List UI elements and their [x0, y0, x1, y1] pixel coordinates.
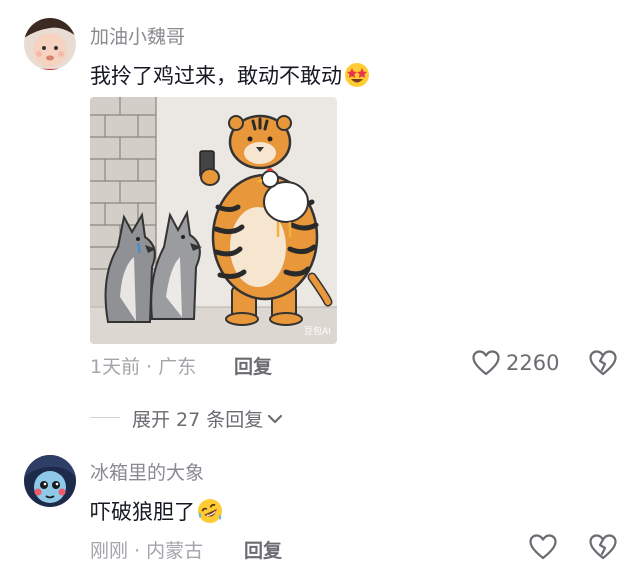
comment-time: 刚刚 — [90, 540, 129, 562]
star-struck-emoji-icon — [344, 62, 370, 88]
comment-text: 吓破狼胆了 — [90, 496, 223, 526]
reply-button[interactable]: 回复 — [244, 536, 282, 563]
comment-username[interactable]: 冰箱里的大象 — [90, 458, 204, 485]
heart-outline-icon — [529, 534, 557, 560]
meta-separator: · — [134, 540, 141, 562]
broken-heart-icon — [589, 534, 617, 560]
comment-image[interactable]: 豆包AI — [90, 97, 337, 344]
like-button[interactable] — [529, 534, 557, 560]
comment-location: 广东 — [158, 356, 197, 378]
rolling-laughing-emoji-icon — [197, 498, 223, 524]
dislike-button[interactable] — [589, 350, 617, 376]
heart-outline-icon — [472, 350, 500, 376]
comment-meta: 刚刚 · 内蒙古 — [90, 536, 203, 563]
expand-replies-button[interactable]: 展开 27 条回复 — [132, 405, 283, 432]
like-count: 2260 — [506, 351, 560, 375]
broken-heart-icon — [589, 350, 617, 376]
comment-text-content: 吓破狼胆了 — [90, 500, 195, 524]
comment-location: 内蒙古 — [146, 540, 204, 562]
expand-replies-label: 展开 27 条回复 — [132, 409, 264, 431]
user-avatar[interactable] — [24, 18, 76, 70]
dislike-button[interactable] — [589, 534, 617, 560]
chevron-down-icon — [267, 413, 283, 425]
expand-divider — [90, 417, 120, 418]
user-avatar[interactable] — [24, 455, 76, 507]
comment-text: 我拎了鸡过来，敢动不敢动 — [90, 60, 370, 90]
comment-time: 1天前 — [90, 356, 141, 378]
comment-meta: 1天前 · 广东 — [90, 352, 196, 379]
reply-button[interactable]: 回复 — [234, 352, 272, 379]
image-watermark: 豆包AI — [304, 325, 331, 337]
comment-username[interactable]: 加油小魏哥 — [90, 22, 185, 49]
tiger-wolves-illustration: 豆包AI — [90, 97, 337, 344]
meta-separator: · — [146, 356, 153, 378]
like-button[interactable]: 2260 — [472, 350, 559, 376]
comment-text-content: 我拎了鸡过来，敢动不敢动 — [90, 64, 342, 88]
